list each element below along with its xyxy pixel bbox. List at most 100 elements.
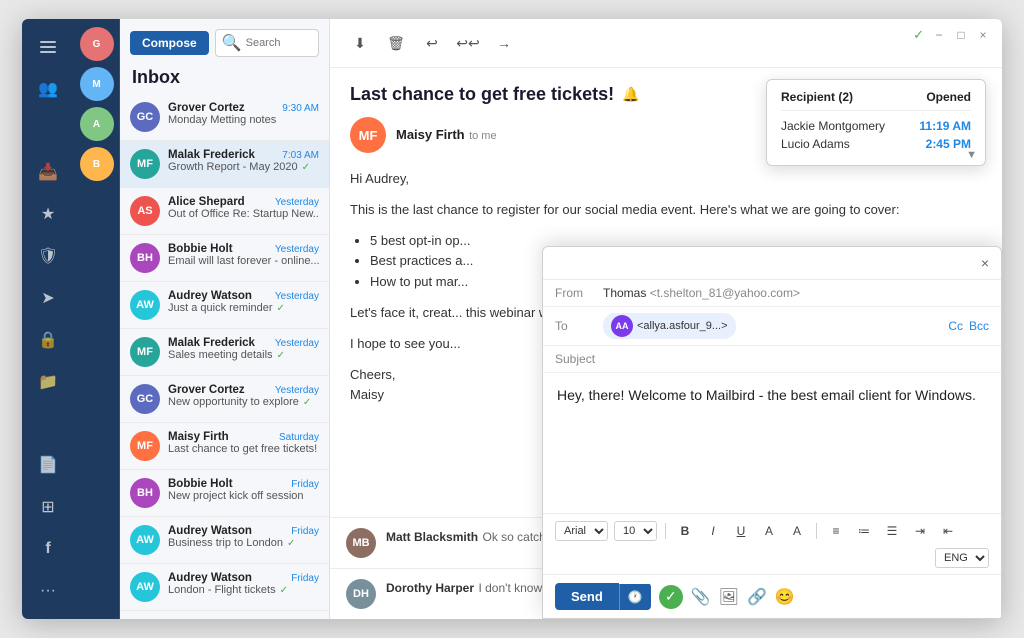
sidebar-icons: 👥 📥 ★ 🛡 ➤ 🔒 📁 📄 ⊞ f ··· bbox=[22, 19, 74, 619]
email-time: Friday bbox=[291, 479, 319, 490]
font-color-button[interactable]: A bbox=[758, 520, 780, 542]
compose-to-avatar: AA bbox=[611, 315, 633, 337]
lock-icon[interactable]: 🔒 bbox=[30, 322, 66, 358]
font-family-select[interactable]: Arial bbox=[555, 521, 608, 541]
doc-icon[interactable]: 📄 bbox=[30, 447, 66, 483]
send-button[interactable]: Send bbox=[555, 583, 619, 610]
email-list-item[interactable]: GC Grover Cortez Yesterday New opportuni… bbox=[120, 376, 329, 423]
people-icon[interactable]: 👥 bbox=[30, 71, 66, 107]
bcc-label[interactable]: Bcc bbox=[969, 319, 989, 333]
tooltip-time: 11:19 AM bbox=[919, 119, 971, 133]
tooltip-time: 2:45 PM bbox=[926, 137, 971, 151]
minimize-button[interactable]: − bbox=[932, 28, 946, 42]
compose-cc-bcc[interactable]: Cc Bcc bbox=[948, 319, 989, 333]
language-select[interactable]: ENG bbox=[935, 548, 989, 568]
compose-bottom: Send 🕐 ✓ 📎 🖼 🔗 😊 bbox=[543, 574, 1001, 618]
email-subject: Business trip to London ✓ bbox=[168, 537, 319, 549]
email-sender: Audrey Watson bbox=[168, 525, 252, 537]
delete-icon[interactable]: 🗑 bbox=[382, 29, 410, 57]
more-icon[interactable]: ··· bbox=[30, 573, 66, 609]
email-time: Saturday bbox=[279, 432, 319, 443]
email-time: Friday bbox=[291, 573, 319, 584]
compose-from-value: Thomas <t.shelton_81@yahoo.com> bbox=[603, 286, 989, 300]
email-list-item[interactable]: GC Grover Cortez 9:30 AM Monday Metting … bbox=[120, 94, 329, 141]
account-avatar-1[interactable]: M bbox=[80, 67, 114, 101]
underline-button[interactable]: U bbox=[730, 520, 752, 542]
maximize-button[interactable]: □ bbox=[954, 28, 968, 42]
send-confirm-button[interactable]: ✓ bbox=[659, 585, 683, 609]
compose-close-button[interactable]: × bbox=[981, 255, 989, 271]
inbox-icon[interactable]: 📥 bbox=[30, 154, 66, 190]
email-list-item[interactable]: MF Malak Frederick Yesterday Sales meeti… bbox=[120, 329, 329, 376]
email-list-item[interactable]: AW Audrey Watson Friday London - Flight … bbox=[120, 564, 329, 611]
email-time: 9:30 AM bbox=[282, 103, 319, 114]
folder-icon[interactable]: 📁 bbox=[30, 364, 66, 400]
highlight-button[interactable]: A bbox=[786, 520, 808, 542]
email-list-item[interactable]: AS Alice Shepard Friday Invitation: Prod… bbox=[120, 611, 329, 619]
link-button[interactable]: 🔗 bbox=[747, 587, 767, 607]
compose-subject-field[interactable]: Subject bbox=[543, 346, 1001, 373]
email-list: Compose 🔍 Inbox GC Grover Cortez 9:30 AM… bbox=[120, 19, 330, 619]
search-input[interactable] bbox=[246, 37, 312, 49]
cc-label[interactable]: Cc bbox=[948, 319, 963, 333]
email-subject: London - Flight tickets ✓ bbox=[168, 584, 319, 596]
star-icon[interactable]: ★ bbox=[30, 196, 66, 232]
email-time: Yesterday bbox=[275, 291, 319, 302]
email-subject: Just a quick reminder ✓ bbox=[168, 302, 319, 314]
compose-to-field[interactable]: To AA <allya.asfour_9...> Cc Bcc bbox=[543, 307, 1001, 346]
email-subject: Email will last forever - online... ✓ bbox=[168, 255, 319, 267]
shield-icon[interactable]: 🛡 bbox=[30, 238, 66, 274]
forward-icon[interactable]: → bbox=[490, 29, 518, 57]
email-subject: Growth Report - May 2020 ✓ bbox=[168, 161, 319, 173]
email-time: Yesterday bbox=[275, 338, 319, 349]
email-time: 7:03 AM bbox=[282, 150, 319, 161]
image-button[interactable]: 🖼 bbox=[719, 587, 739, 607]
compose-subject-label: Subject bbox=[555, 352, 595, 366]
italic-button[interactable]: I bbox=[702, 520, 724, 542]
align-button[interactable]: ≡ bbox=[825, 520, 847, 542]
compose-overlay: × From Thomas <t.shelton_81@yahoo.com> T… bbox=[542, 246, 1002, 619]
compose-body[interactable]: Hey, there! Welcome to Mailbird - the be… bbox=[543, 373, 1001, 513]
close-button[interactable]: × bbox=[976, 28, 990, 42]
search-bar[interactable]: 🔍 bbox=[215, 29, 319, 57]
email-sender: Bobbie Holt bbox=[168, 243, 233, 255]
account-avatar-2[interactable]: A bbox=[80, 107, 114, 141]
email-list-item[interactable]: AW Audrey Watson Friday Business trip to… bbox=[120, 517, 329, 564]
attachment-button[interactable]: 📎 bbox=[691, 587, 711, 607]
email-list-item[interactable]: BH Bobbie Holt Friday New project kick o… bbox=[120, 470, 329, 517]
thread-sender: Dorothy Harper bbox=[386, 581, 474, 595]
email-sender: Grover Cortez bbox=[168, 102, 245, 114]
emoji-button[interactable]: 😊 bbox=[775, 587, 795, 607]
window-controls: ✓ − □ × bbox=[913, 27, 990, 43]
send-dropdown-button[interactable]: 🕐 bbox=[619, 584, 651, 610]
reply-all-icon[interactable]: ↩↩ bbox=[454, 29, 482, 57]
email-list-item[interactable]: MF Malak Frederick 7:03 AM Growth Report… bbox=[120, 141, 329, 188]
fb-icon[interactable]: f bbox=[30, 531, 66, 567]
list-ol-button[interactable]: ≔ bbox=[853, 520, 875, 542]
reply-icon[interactable]: ↩ bbox=[418, 29, 446, 57]
sender-name: Maisy Firth bbox=[396, 127, 465, 142]
email-subject: Sales meeting details ✓ bbox=[168, 349, 319, 361]
outdent-button[interactable]: ⇤ bbox=[937, 520, 959, 542]
email-sender: Grover Cortez bbox=[168, 384, 245, 396]
list-ul-button[interactable]: ☰ bbox=[881, 520, 903, 542]
compose-button[interactable]: Compose bbox=[130, 31, 209, 55]
hamburger-icon[interactable] bbox=[30, 29, 66, 65]
tooltip-name: Lucio Adams bbox=[781, 137, 850, 151]
account-avatar-3[interactable]: B bbox=[80, 147, 114, 181]
email-list-item[interactable]: MF Maisy Firth Saturday Last chance to g… bbox=[120, 423, 329, 470]
font-size-select[interactable]: 10 bbox=[614, 521, 657, 541]
email-list-item[interactable]: AW Audrey Watson Yesterday Just a quick … bbox=[120, 282, 329, 329]
email-view: ✓ − □ × ⬇ 🗑 ↩ ↩↩ → Last chance to get fr… bbox=[330, 19, 1002, 619]
grid-icon[interactable]: ⊞ bbox=[30, 489, 66, 525]
email-list-item[interactable]: AS Alice Shepard Yesterday Out of Office… bbox=[120, 188, 329, 235]
send-button-group: Send 🕐 bbox=[555, 583, 651, 610]
email-list-item[interactable]: BH Bobbie Holt Yesterday Email will last… bbox=[120, 235, 329, 282]
email-list-header: Compose 🔍 bbox=[120, 19, 329, 63]
send-icon[interactable]: ➤ bbox=[30, 280, 66, 316]
indent-button[interactable]: ⇥ bbox=[909, 520, 931, 542]
bold-button[interactable]: B bbox=[674, 520, 696, 542]
download-icon[interactable]: ⬇ bbox=[346, 29, 374, 57]
check-icon: ✓ bbox=[280, 585, 288, 596]
account-avatar-0[interactable]: G bbox=[80, 27, 114, 61]
